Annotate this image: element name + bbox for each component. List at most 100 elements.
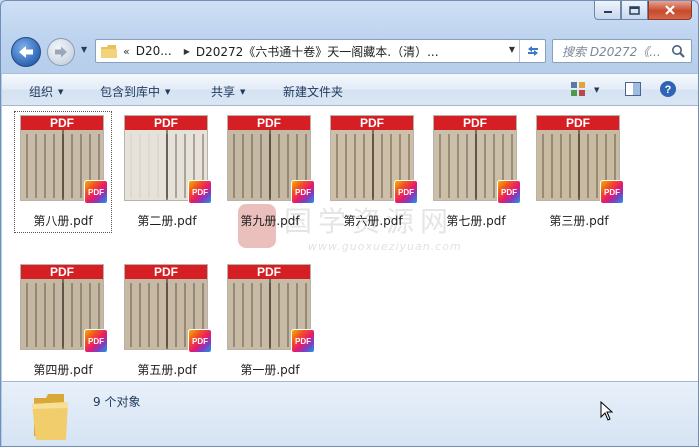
address-bar[interactable]: « D20... ▶ D20272《六书通十卷》天一阁藏本.（清）... ▼ bbox=[95, 39, 546, 63]
forward-arrow-icon bbox=[55, 46, 67, 58]
breadcrumb-separator-icon[interactable]: ▶ bbox=[184, 47, 190, 56]
scan-text-column bbox=[35, 134, 37, 198]
chevron-down-icon: ▼ bbox=[165, 88, 171, 96]
pdf-app-badge-icon: PDF bbox=[497, 180, 521, 204]
file-item[interactable]: PDF PDF 第八册.pdf bbox=[14, 111, 112, 237]
scan-text-column bbox=[242, 134, 244, 198]
scan-text-column bbox=[157, 283, 159, 347]
scan-text-column bbox=[251, 134, 253, 198]
scan-text-column bbox=[381, 134, 383, 198]
address-dropdown-icon[interactable]: ▼ bbox=[509, 45, 515, 54]
folder-icon bbox=[101, 44, 117, 58]
book-spine bbox=[166, 279, 168, 349]
file-item[interactable]: PDF PDF 第一册.pdf bbox=[221, 260, 319, 386]
search-box[interactable]: 搜索 D20272《... bbox=[552, 39, 692, 63]
share-label: 共享 bbox=[211, 85, 236, 99]
book-spine bbox=[269, 279, 271, 349]
recent-pages-dropdown[interactable]: ▼ bbox=[81, 45, 87, 54]
include-in-library-menu[interactable]: 包含到库中 ▼ bbox=[100, 83, 170, 100]
scan-text-column bbox=[130, 283, 132, 347]
scan-text-column bbox=[139, 283, 141, 347]
search-input[interactable]: 搜索 D20272《... bbox=[562, 43, 666, 60]
file-name: 第五册.pdf bbox=[137, 363, 197, 377]
file-item[interactable]: PDF PDF 第二册.pdf bbox=[118, 111, 216, 237]
back-button[interactable] bbox=[11, 37, 41, 67]
close-button[interactable] bbox=[648, 1, 692, 20]
scan-text-column bbox=[287, 283, 289, 347]
chevron-down-icon: ▼ bbox=[58, 88, 64, 96]
pdf-app-badge-icon: PDF bbox=[394, 180, 418, 204]
breadcrumb-parent[interactable]: D20... bbox=[136, 44, 172, 58]
view-options-dropdown-icon[interactable]: ▼ bbox=[594, 86, 599, 94]
maximize-button[interactable] bbox=[621, 1, 648, 20]
watermark-url: www.guoxueziyuan.com bbox=[308, 240, 462, 253]
file-list-pane[interactable]: 国学资源网 www.guoxueziyuan.com PDF PDF 第八册.pdf… bbox=[2, 106, 698, 381]
file-name: 第四册.pdf bbox=[33, 363, 93, 377]
scan-text-column bbox=[466, 134, 468, 198]
scan-text-column bbox=[175, 283, 177, 347]
scan-text-column bbox=[336, 134, 338, 198]
pdf-app-badge-icon: PDF bbox=[291, 329, 315, 353]
folder-large-icon bbox=[32, 394, 68, 440]
pdf-app-badge-icon: PDF bbox=[188, 180, 212, 204]
address-overflow-chevron[interactable]: « bbox=[123, 45, 130, 58]
file-item[interactable]: PDF PDF 第六册.pdf bbox=[324, 111, 422, 237]
file-name: 第二册.pdf bbox=[137, 214, 197, 228]
scan-text-column bbox=[26, 134, 28, 198]
pdf-app-badge-icon: PDF bbox=[188, 329, 212, 353]
book-spine bbox=[475, 130, 477, 200]
pdf-label-band: PDF bbox=[21, 265, 103, 279]
pdf-label-band: PDF bbox=[21, 116, 103, 130]
scan-text-column bbox=[251, 283, 253, 347]
pdf-label-band: PDF bbox=[125, 116, 207, 130]
breadcrumb-current[interactable]: D20272《六书通十卷》天一阁藏本.（清）... bbox=[196, 43, 439, 60]
scan-text-column bbox=[26, 283, 28, 347]
organize-label: 组织 bbox=[29, 85, 54, 99]
scan-text-column bbox=[439, 134, 441, 198]
minimize-button[interactable] bbox=[594, 1, 621, 20]
share-menu[interactable]: 共享 ▼ bbox=[211, 83, 245, 100]
details-pane: 9 个对象 bbox=[2, 381, 698, 446]
forward-button[interactable] bbox=[47, 38, 75, 66]
scan-text-column bbox=[44, 134, 46, 198]
book-spine bbox=[372, 130, 374, 200]
pdf-app-badge-icon: PDF bbox=[600, 180, 624, 204]
organize-menu[interactable]: 组织 ▼ bbox=[29, 83, 63, 100]
preview-pane-icon[interactable] bbox=[624, 80, 642, 98]
refresh-button[interactable] bbox=[519, 40, 545, 62]
scan-text-column bbox=[148, 283, 150, 347]
scan-text-column bbox=[44, 283, 46, 347]
pdf-app-badge-icon: PDF bbox=[84, 329, 108, 353]
back-arrow-icon bbox=[19, 46, 33, 58]
scan-text-column bbox=[390, 134, 392, 198]
scan-text-column bbox=[175, 134, 177, 198]
book-spine bbox=[166, 130, 168, 200]
new-folder-button[interactable]: 新建文件夹 bbox=[283, 83, 343, 100]
scan-text-column bbox=[493, 134, 495, 198]
scan-text-column bbox=[587, 134, 589, 198]
help-icon[interactable]: ? bbox=[659, 80, 677, 98]
scan-text-column bbox=[560, 134, 562, 198]
scan-text-column bbox=[71, 134, 73, 198]
scan-text-column bbox=[157, 134, 159, 198]
scan-text-column bbox=[354, 134, 356, 198]
caption-buttons bbox=[594, 1, 692, 20]
file-item[interactable]: PDF PDF 第三册.pdf bbox=[530, 111, 628, 237]
scan-text-column bbox=[363, 134, 365, 198]
scan-text-column bbox=[184, 134, 186, 198]
file-name: 第三册.pdf bbox=[549, 214, 609, 228]
file-item[interactable]: PDF PDF 第五册.pdf bbox=[118, 260, 216, 386]
scan-text-column bbox=[345, 134, 347, 198]
scan-text-column bbox=[569, 134, 571, 198]
scan-text-column bbox=[242, 283, 244, 347]
file-item[interactable]: PDF PDF 第九册.pdf bbox=[221, 111, 319, 237]
book-spine bbox=[62, 279, 64, 349]
maximize-icon bbox=[629, 5, 640, 15]
view-options-icon[interactable] bbox=[569, 80, 587, 98]
file-item[interactable]: PDF PDF 第四册.pdf bbox=[14, 260, 112, 386]
chevron-down-icon: ▼ bbox=[240, 88, 246, 96]
scan-text-column bbox=[184, 283, 186, 347]
scan-text-column bbox=[260, 283, 262, 347]
search-icon[interactable] bbox=[671, 44, 685, 58]
file-item[interactable]: PDF PDF 第七册.pdf bbox=[427, 111, 525, 237]
